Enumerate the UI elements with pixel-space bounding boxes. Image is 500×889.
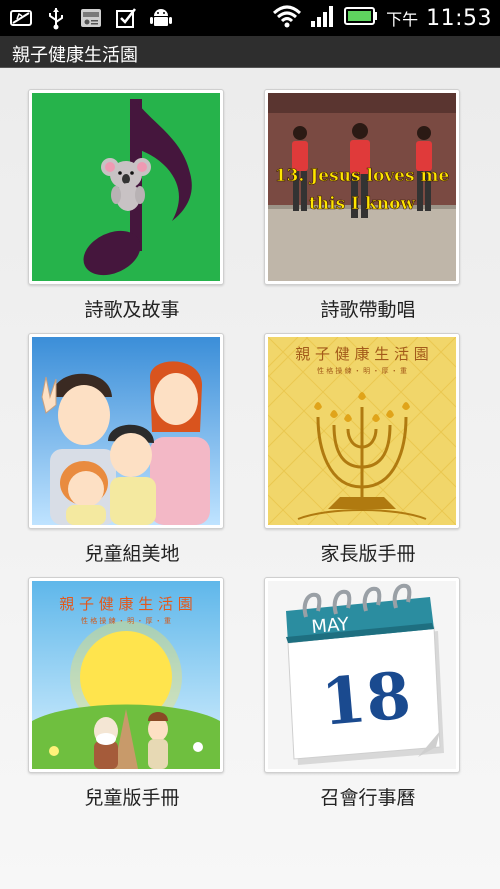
calendar-icon: MAY 18	[268, 581, 456, 769]
tile-church-calendar[interactable]: MAY 18	[264, 577, 460, 773]
video-title-line2: this I know	[309, 194, 416, 214]
cover-title: 親 子 健 康 生 活 園	[59, 595, 193, 613]
battery-icon	[344, 6, 378, 30]
music-note-koala-icon	[32, 93, 220, 281]
calendar-month: MAY	[311, 614, 351, 638]
system-indicators: 下午 11:53	[272, 0, 492, 36]
tile-label: 詩歌及故事	[84, 299, 180, 321]
video-thumbnail-icon: 13. Jesus loves me this I know	[268, 93, 456, 281]
children-book-cover-icon: 親 子 健 康 生 活 園 性 格 操 練 ・ 明 ・ 厚 ・ 重	[32, 581, 220, 769]
tile-action-songs[interactable]: 13. Jesus loves me this I know	[264, 89, 460, 285]
usb-icon	[43, 6, 69, 30]
android-debug-icon	[148, 6, 174, 30]
clock: 11:53	[426, 5, 492, 31]
time-period: 下午	[386, 10, 419, 29]
app-title-bar: 親子健康生活園	[0, 36, 500, 68]
tile-children-handbook[interactable]: 親 子 健 康 生 活 園 性 格 操 練 ・ 明 ・ 厚 ・ 重	[28, 577, 224, 773]
wifi-icon	[272, 4, 302, 32]
family-illustration-icon	[32, 337, 220, 525]
radio-app-icon	[78, 6, 104, 30]
video-title-line1: 13. Jesus loves me	[275, 166, 450, 186]
cover-subtitle: 性 格 操 練 ・ 明 ・ 厚 ・ 重	[81, 616, 171, 625]
status-bar: 下午 11:53	[0, 0, 500, 36]
tile-label: 家長版手冊	[320, 543, 416, 565]
tile-label: 兒童組美地	[84, 543, 180, 565]
notification-icons	[8, 4, 174, 32]
calendar-day: 18	[318, 658, 413, 740]
cover-title: 親 子 健 康 生 活 園	[295, 345, 429, 363]
tile-label: 兒童版手冊	[84, 787, 180, 809]
menorah-cover-icon: 親 子 健 康 生 活 園 性 格 操 練 ・ 明 ・ 厚 ・ 重	[268, 337, 456, 525]
app-title: 親子健康生活園	[12, 45, 138, 66]
tile-label: 詩歌帶動唱	[320, 299, 416, 321]
menu-grid: 詩歌及故事 13. Jesus loves me this I know 詩歌帶…	[0, 68, 500, 889]
tile-parents-handbook[interactable]: 親 子 健 康 生 活 園 性 格 操 練 ・ 明 ・ 厚 ・ 重	[264, 333, 460, 529]
tile-label: 召會行事曆	[320, 787, 416, 809]
tile-songs-and-stories[interactable]	[28, 89, 224, 285]
signal-icon	[310, 4, 336, 32]
cover-subtitle: 性 格 操 練 ・ 明 ・ 厚 ・ 重	[317, 366, 407, 375]
tile-children-group[interactable]	[28, 333, 224, 529]
checkbox-icon	[113, 6, 139, 30]
photo-icon	[8, 6, 34, 30]
